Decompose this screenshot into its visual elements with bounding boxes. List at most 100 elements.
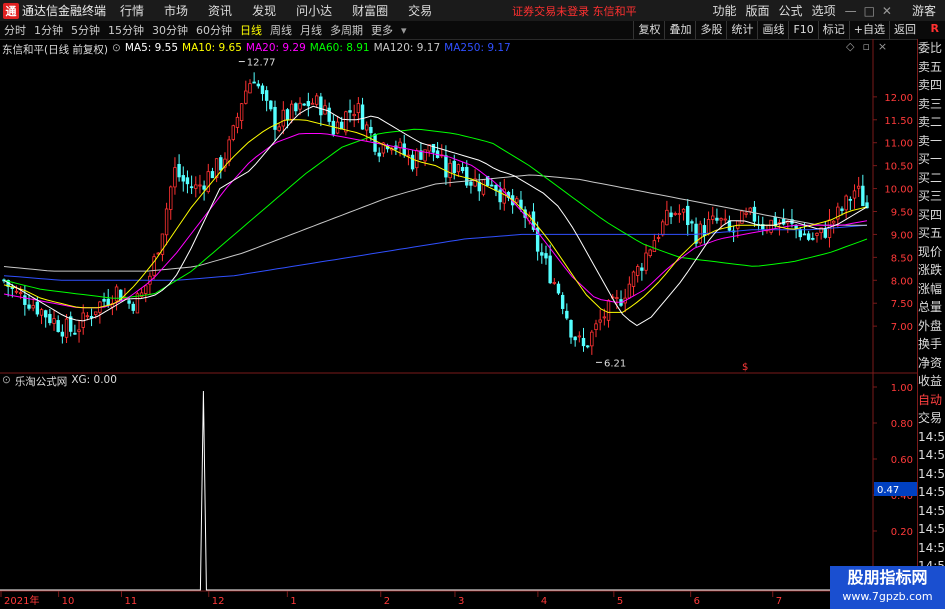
- candle-body: [515, 198, 519, 203]
- chevron-down-icon[interactable]: ▾: [401, 24, 407, 37]
- side-panel-item[interactable]: 自动: [918, 391, 945, 410]
- candle-body: [43, 310, 48, 318]
- menu-news[interactable]: 资讯: [208, 2, 232, 19]
- candle-body: [344, 111, 348, 133]
- window-minimize-button[interactable]: —: [845, 4, 857, 18]
- f10-button[interactable]: F10: [788, 21, 817, 39]
- menu-layout[interactable]: 版面: [746, 2, 770, 19]
- candle-body: [94, 311, 98, 315]
- candle-body: [681, 208, 686, 213]
- side-panel-item[interactable]: 14:56: [918, 465, 945, 484]
- menu-formula[interactable]: 公式: [779, 2, 803, 19]
- period-intraday[interactable]: 分时: [4, 22, 26, 38]
- side-panel-item[interactable]: 14:56: [918, 520, 945, 539]
- menu-market[interactable]: 市场: [164, 2, 188, 19]
- adjust-button[interactable]: 复权: [633, 21, 664, 39]
- side-panel-item[interactable]: 卖二: [918, 113, 945, 132]
- candle-body: [285, 109, 290, 121]
- candle-body: [256, 83, 261, 87]
- side-panel-item[interactable]: 14:56: [918, 446, 945, 465]
- candle-body: [331, 120, 336, 135]
- menu-options[interactable]: 选项: [812, 2, 836, 19]
- quote-side-panel: 委比 卖五 卖四 卖三 卖二 卖一 买一 买二 买三 买四 买五 现价 涨跌 涨幅 总量 外盘 换手 净资 收益 自动…: [917, 39, 945, 609]
- candle-body: [540, 252, 544, 256]
- side-panel-item[interactable]: 换手: [918, 335, 945, 354]
- side-panel-item[interactable]: 收益: [918, 372, 945, 391]
- window-maximize-button[interactable]: □: [864, 4, 875, 18]
- side-panel-item[interactable]: 买二: [918, 169, 945, 188]
- candle-body: [85, 315, 90, 318]
- period-5min[interactable]: 5分钟: [71, 22, 100, 38]
- period-monthly[interactable]: 月线: [300, 22, 322, 38]
- candle-body: [556, 283, 561, 294]
- side-panel-item[interactable]: 外盘: [918, 317, 945, 336]
- period-daily[interactable]: 日线: [240, 22, 262, 38]
- period-15min[interactable]: 15分钟: [108, 22, 144, 38]
- period-weekly[interactable]: 周线: [270, 22, 292, 38]
- window-close-button[interactable]: ✕: [882, 4, 892, 18]
- time-tick-label: 5: [617, 596, 623, 607]
- r-tag[interactable]: R: [931, 22, 939, 35]
- candle-body: [594, 323, 598, 330]
- candle-body: [73, 332, 77, 335]
- side-panel-item[interactable]: 涨幅: [918, 280, 945, 299]
- side-panel-item[interactable]: 14:56: [918, 502, 945, 521]
- ind-tick-label: 0.20: [891, 527, 913, 538]
- side-panel-item[interactable]: 交易: [918, 409, 945, 428]
- kline-chart[interactable]: 12.776.21 $ 12.0011.5011.0010.5010.009.50…: [0, 39, 917, 609]
- overlay-button[interactable]: 叠加: [664, 21, 695, 39]
- side-panel-item[interactable]: 卖三: [918, 95, 945, 114]
- candle-body: [565, 310, 569, 319]
- period-more[interactable]: 更多: [371, 22, 393, 38]
- candle-body: [752, 206, 757, 222]
- trade-login-warning[interactable]: 证券交易未登录 东信和平: [512, 3, 637, 19]
- candle-body: [173, 167, 177, 188]
- candle-body: [560, 294, 565, 309]
- ma5-line: [3, 105, 868, 327]
- side-panel-item[interactable]: 现价: [918, 243, 945, 262]
- side-panel-item[interactable]: 卖五: [918, 58, 945, 77]
- menu-quotes[interactable]: 行情: [120, 2, 144, 19]
- candle-body: [352, 113, 356, 117]
- side-panel-item[interactable]: 买三: [918, 187, 945, 206]
- menu-discover[interactable]: 发现: [252, 2, 276, 19]
- back-button[interactable]: 返回: [889, 21, 920, 39]
- side-panel-item[interactable]: 买四: [918, 206, 945, 225]
- period-1min[interactable]: 1分钟: [34, 22, 63, 38]
- side-panel-item[interactable]: 14:56: [918, 428, 945, 447]
- price-tick-label: 12.00: [884, 93, 913, 104]
- multi-stock-button[interactable]: 多股: [695, 21, 726, 39]
- side-panel-item[interactable]: 卖四: [918, 76, 945, 95]
- candle-body: [410, 154, 415, 170]
- candle-body: [248, 83, 252, 94]
- price-tick-label: 10.00: [884, 185, 913, 196]
- period-60min[interactable]: 60分钟: [196, 22, 232, 38]
- add-watchlist-button[interactable]: +自选: [848, 21, 889, 39]
- side-panel-item[interactable]: 总量: [918, 298, 945, 317]
- side-panel-item[interactable]: 委比: [918, 39, 945, 58]
- side-panel-item[interactable]: 涨跌: [918, 261, 945, 280]
- menu-trade[interactable]: 交易: [408, 2, 432, 19]
- candle-body: [848, 198, 853, 201]
- side-panel-item[interactable]: 买一: [918, 150, 945, 169]
- side-panel-item[interactable]: 14:56: [918, 539, 945, 558]
- watermark-logo: 股朋指标网 www.7gpzb.com: [830, 566, 945, 609]
- side-panel-item[interactable]: 买五: [918, 224, 945, 243]
- menu-wealth[interactable]: 财富圈: [352, 2, 388, 19]
- side-panel-item[interactable]: 14:56: [918, 483, 945, 502]
- side-panel-item[interactable]: 净资: [918, 354, 945, 373]
- candle-body: [206, 171, 210, 193]
- period-30min[interactable]: 30分钟: [152, 22, 188, 38]
- menu-ask[interactable]: 问小达: [296, 2, 332, 19]
- menu-function[interactable]: 功能: [713, 2, 737, 19]
- watermark-title: 股朋指标网: [847, 568, 928, 587]
- candle-body: [219, 157, 223, 171]
- statistics-button[interactable]: 统计: [726, 21, 757, 39]
- mark-button[interactable]: 标记: [817, 21, 849, 39]
- candle-body: [431, 143, 436, 153]
- draw-line-button[interactable]: 画线: [757, 21, 788, 39]
- candle-body: [573, 336, 577, 341]
- guest-user[interactable]: 游客: [912, 2, 936, 19]
- side-panel-item[interactable]: 卖一: [918, 132, 945, 151]
- period-multi[interactable]: 多周期: [330, 22, 363, 38]
